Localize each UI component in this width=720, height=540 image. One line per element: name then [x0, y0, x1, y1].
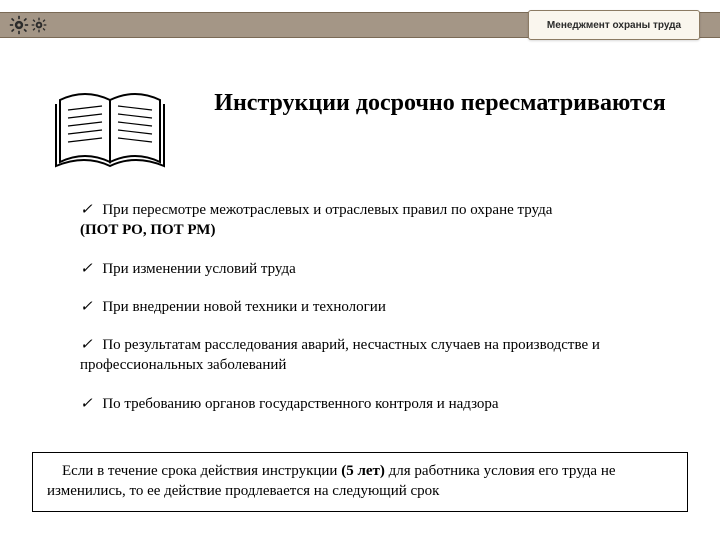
list-item-bold: (ПОТ РО, ПОТ РМ): [80, 222, 215, 238]
footer-bold: (5 лет): [341, 463, 385, 479]
list-item: ✓ При изменении условий труда: [80, 259, 680, 279]
check-icon: ✓: [80, 396, 93, 412]
list-item: ✓ По результатам расследования аварий, н…: [80, 335, 680, 376]
list-item-text: По результатам расследования аварий, нес…: [80, 337, 600, 373]
gear-icon: [31, 17, 47, 33]
list-item: ✓ При пересмотре межотраслевых и отрасле…: [80, 200, 680, 241]
check-icon: ✓: [80, 337, 93, 353]
book-icon: [50, 82, 170, 174]
check-icon: ✓: [80, 299, 93, 315]
list-item-text: При изменении условий труда: [102, 261, 295, 277]
slide-title: Инструкции досрочно пересматриваются: [200, 88, 680, 118]
check-icon: ✓: [80, 202, 93, 218]
list-item-text: При внедрении новой техники и технологии: [102, 299, 386, 315]
check-icon: ✓: [80, 261, 93, 277]
list-item-text: При пересмотре межотраслевых и отраслевы…: [102, 202, 552, 218]
gears-icon-group: [4, 13, 52, 37]
top-bar: Менеджмент охраны труда: [0, 12, 720, 38]
header-tab: Менеджмент охраны труда: [528, 10, 700, 40]
list-item: ✓ При внедрении новой техники и технолог…: [80, 297, 680, 317]
header-tab-label: Менеджмент охраны труда: [547, 20, 681, 31]
footer-pre: Если в течение срока действия инструкции: [62, 463, 341, 479]
bullet-list: ✓ При пересмотре межотраслевых и отрасле…: [80, 200, 680, 432]
list-item: ✓ По требованию органов государственного…: [80, 394, 680, 414]
footer-note: Если в течение срока действия инструкции…: [32, 452, 688, 513]
gear-icon: [9, 15, 29, 35]
list-item-text: По требованию органов государственного к…: [102, 396, 498, 412]
